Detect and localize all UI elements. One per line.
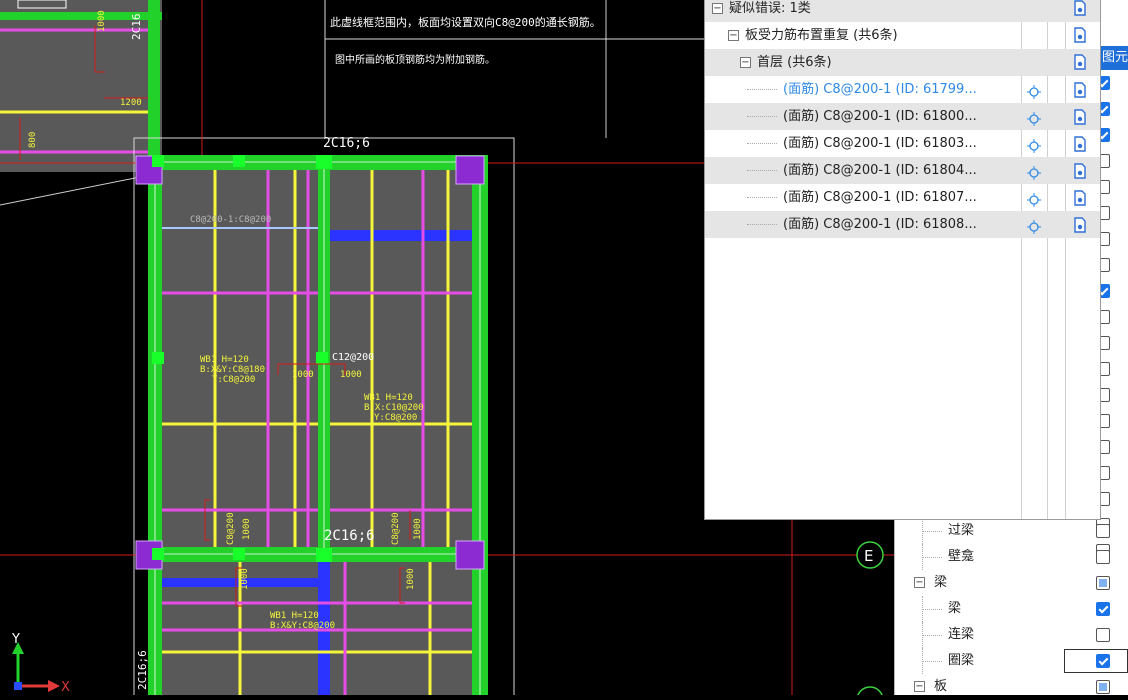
dim-label-left: 1000 [292, 370, 314, 380]
beam-label-left-top: 2C16 [130, 14, 143, 41]
tree-connector [747, 224, 777, 225]
error-item-row[interactable]: (面筋) C8@200-1 (ID: 61803... [705, 130, 1100, 157]
layer-group-label: 梁 [934, 575, 948, 590]
layer-item-label: 连梁 [948, 627, 975, 642]
error-item-row[interactable]: (面筋) C8@200-1 (ID: 61804... [705, 157, 1100, 184]
beam-label-left: 2C16;6 [136, 650, 149, 690]
slab-label-left-2: B:X&Y:C8@180 [200, 365, 265, 375]
collapse-toggle-icon[interactable]: − [728, 30, 739, 41]
slab-label-left: WB1 H=120 [200, 355, 249, 365]
focused-cell [1064, 649, 1128, 673]
error-group-row[interactable]: − 板受力筋布置重复 (共6条) [705, 22, 1100, 49]
layer-row[interactable]: 壁龛 [894, 544, 1128, 570]
beam-label-mid: 2C16;6 [324, 528, 375, 544]
tree-connector [922, 531, 942, 532]
layer-row[interactable]: 梁 [894, 596, 1128, 622]
layer-item-label: 梁 [948, 601, 962, 616]
slab-label-right-3: Y:C8@200 [374, 413, 417, 423]
error-item-row[interactable]: (面筋) C8@200-1 (ID: 61807... [705, 184, 1100, 211]
tree-connector [922, 557, 942, 558]
dim-label-right: 1000 [340, 370, 362, 380]
slab-label-right-2: B:X:C10@200 [364, 403, 424, 413]
axis-bubble-e: E [856, 541, 884, 695]
layer-group-label: 板 [934, 679, 948, 694]
error-root-row[interactable]: − 疑似错误: 1类 [705, 0, 1100, 22]
tree-connector [922, 661, 942, 662]
tree-connector [747, 197, 777, 198]
dim-label-v1: 1000 [242, 518, 252, 540]
ucs-x-label: X [61, 680, 70, 695]
error-item-label: (面筋) C8@200-1 (ID: 61800... [783, 109, 977, 124]
error-group-label: 板受力筋布置重复 (共6条) [745, 28, 898, 43]
error-floor-row[interactable]: − 首层 (共6条) [705, 49, 1100, 76]
layer-visibility-checkbox[interactable] [1096, 628, 1110, 642]
layer-visibility-checkbox[interactable] [1096, 576, 1110, 590]
slab-label-right: WB1 H=120 [364, 393, 413, 403]
ucs-icon: Y X [11, 632, 70, 695]
layer-visibility-checkbox[interactable] [1096, 524, 1110, 538]
note-line-1: 此虚线框范围内，板面均设置双向C8@200的通长钢筋。 [330, 15, 601, 29]
error-check-panel: − 疑似错误: 1类 − 板受力筋布置重复 (共6条) − 首层 (共6条) (… [704, 0, 1101, 520]
dim-label-v2: 1000 [413, 518, 423, 540]
tree-connector [747, 143, 777, 144]
slab-label-left-3: T:C8@200 [212, 375, 255, 385]
layer-visibility-checkbox[interactable] [1096, 680, 1110, 694]
document-icon[interactable] [1073, 27, 1087, 47]
tree-connector [747, 89, 777, 90]
error-item-label: (面筋) C8@200-1 (ID: 61799... [783, 82, 977, 97]
tree-connector [747, 116, 777, 117]
dim-label-v3: 1000 [240, 568, 250, 590]
rebar-label-mid: C12@200 [332, 352, 374, 363]
dim-label-1200: 1200 [120, 98, 142, 108]
tree-connector [922, 635, 942, 636]
document-icon[interactable] [1073, 54, 1087, 74]
error-item-row[interactable]: (面筋) C8@200-1 (ID: 61808... [705, 211, 1100, 238]
locate-icon[interactable] [1027, 217, 1041, 244]
dim-label-800: 800 [28, 132, 38, 148]
error-item-label: (面筋) C8@200-1 (ID: 61804... [783, 163, 977, 178]
rebar-label-top: C8@200-1:C8@200 [190, 215, 271, 225]
layer-item-label: 圈梁 [948, 653, 975, 668]
tree-connector [922, 609, 942, 610]
beam-label-top: 2C16;6 [323, 136, 370, 151]
layer-row[interactable]: 连梁 [894, 622, 1128, 648]
error-root-label: 疑似错误: 1类 [729, 1, 811, 16]
collapse-toggle-icon[interactable]: − [914, 577, 925, 588]
error-item-row[interactable]: (面筋) C8@200-1 (ID: 61799... [705, 76, 1100, 103]
error-item-label: (面筋) C8@200-1 (ID: 61808... [783, 217, 977, 232]
document-icon[interactable] [1073, 0, 1087, 20]
layer-row[interactable]: 过梁 [894, 518, 1128, 544]
layer-visibility-checkbox[interactable] [1096, 550, 1110, 564]
note-line-2: 图中所画的板顶钢筋均为附加钢筋。 [335, 53, 495, 66]
rebar-label-c8-right: C8@200 [391, 512, 401, 545]
error-item-row[interactable]: (面筋) C8@200-1 (ID: 61800... [705, 103, 1100, 130]
collapse-toggle-icon[interactable]: − [740, 57, 751, 68]
document-icon[interactable] [1073, 216, 1087, 243]
collapse-toggle-icon[interactable]: − [712, 3, 723, 14]
slab-label-bottom-2: B:X&Y:C8@200 [270, 621, 335, 631]
collapse-toggle-icon[interactable]: − [914, 681, 925, 692]
layer-row[interactable]: − 板 [894, 674, 1128, 700]
layer-item-label: 过梁 [948, 523, 975, 538]
layer-row[interactable]: − 梁 [894, 570, 1128, 596]
layer-visibility-checkbox[interactable] [1096, 602, 1110, 616]
tree-connector [747, 170, 777, 171]
layer-item-label: 壁龛 [948, 549, 975, 564]
error-floor-label: 首层 (共6条) [757, 55, 832, 70]
error-item-label: (面筋) C8@200-1 (ID: 61803... [783, 136, 977, 151]
slab-label-bottom: WB1 H=120 [270, 611, 319, 621]
dim-label-frag: 1000 [97, 10, 107, 32]
dim-label-v4: 1000 [406, 568, 416, 590]
ucs-y-label: Y [11, 632, 20, 647]
axis-e-label: E [864, 547, 873, 565]
rebar-label-c8-left: C8@200 [226, 512, 236, 545]
error-item-label: (面筋) C8@200-1 (ID: 61807... [783, 190, 977, 205]
layer-panel-tab[interactable]: 图元 [1100, 46, 1128, 70]
